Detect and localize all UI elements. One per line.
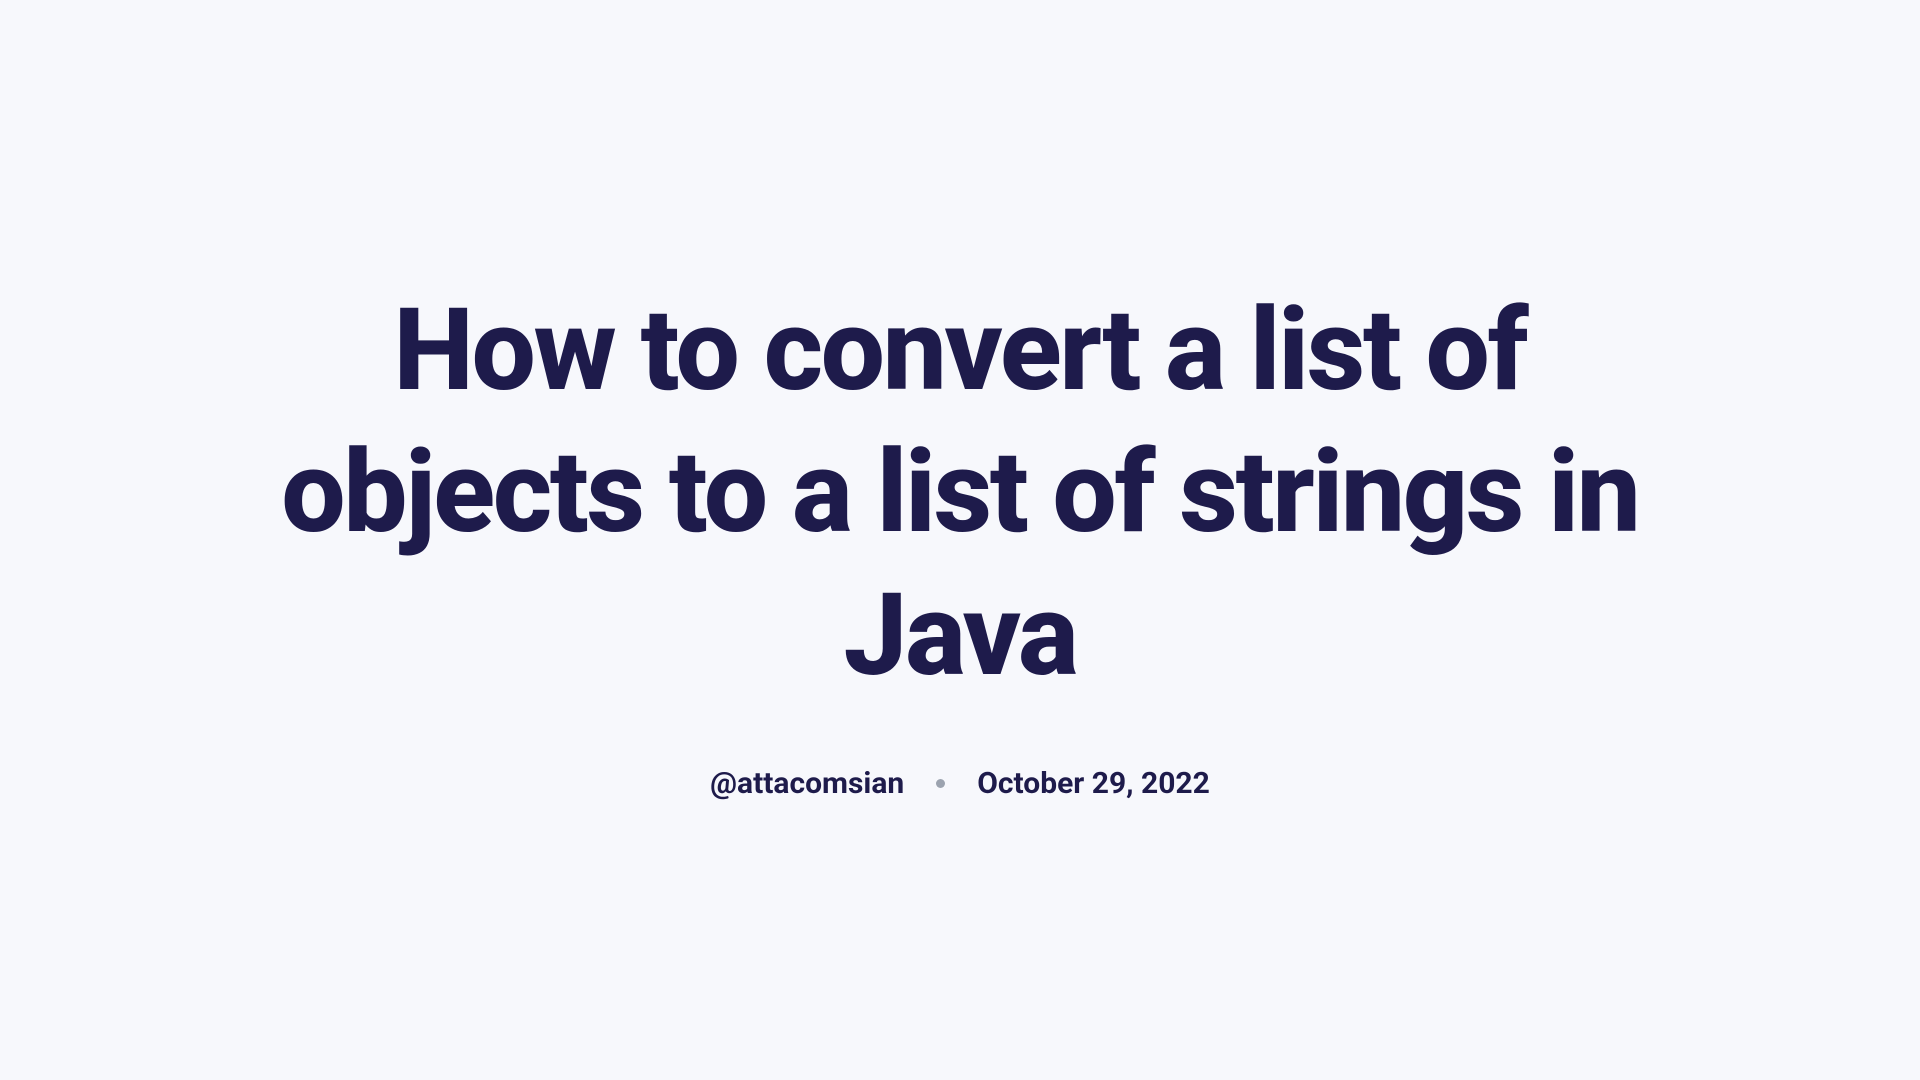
dot-separator-icon	[936, 779, 945, 788]
publish-date: October 29, 2022	[977, 766, 1210, 801]
article-title: How to convert a list of objects to a li…	[260, 279, 1660, 707]
article-meta: @attacomsian October 29, 2022	[710, 766, 1210, 801]
author-handle: @attacomsian	[710, 766, 904, 801]
